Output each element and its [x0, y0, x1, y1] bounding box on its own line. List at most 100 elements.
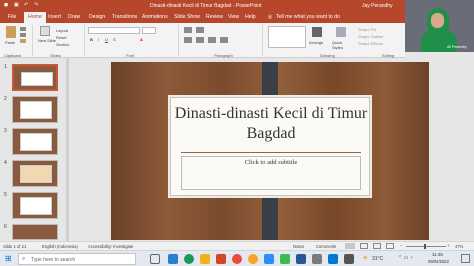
tab-file[interactable]: File: [8, 14, 16, 20]
tab-animations[interactable]: Animations: [142, 14, 168, 20]
redo-icon[interactable]: ↷: [34, 2, 38, 8]
align-left-icon[interactable]: [184, 37, 192, 43]
app-icon[interactable]: [328, 254, 338, 264]
shape-outline-button[interactable]: Shape Outline: [358, 34, 383, 39]
tab-insert[interactable]: Insert: [48, 14, 61, 20]
app-icon[interactable]: [312, 254, 322, 264]
webcam-overlay: Ali Perandhy: [405, 0, 474, 52]
copy-icon[interactable]: [20, 33, 26, 37]
weather-icon[interactable]: ☀: [362, 254, 368, 262]
quick-styles-button[interactable]: Quick Styles: [332, 40, 352, 50]
cut-icon[interactable]: [20, 27, 26, 31]
align-center-icon[interactable]: [196, 37, 204, 43]
subtitle-placeholder[interactable]: Click to add subtitle: [181, 156, 361, 190]
quick-styles-icon[interactable]: [336, 27, 346, 37]
new-slide-icon[interactable]: [40, 26, 50, 36]
paste-icon[interactable]: [6, 26, 16, 38]
slide-thumbnail-4[interactable]: [12, 160, 58, 187]
section-button[interactable]: Section: [56, 42, 69, 47]
comments-button[interactable]: Comments: [316, 244, 336, 249]
notes-button[interactable]: Notes: [293, 244, 304, 249]
font-name-box[interactable]: [88, 27, 140, 34]
app-icon[interactable]: [344, 254, 354, 264]
reset-button[interactable]: Reset: [56, 35, 66, 40]
zoom-app-icon[interactable]: [264, 254, 274, 264]
tab-transitions[interactable]: Transitions: [112, 14, 137, 20]
chrome-icon[interactable]: [232, 254, 242, 264]
undo-icon[interactable]: ↶: [24, 2, 28, 8]
thumb-number: 3: [4, 128, 7, 134]
search-icon: ⌕: [22, 256, 26, 262]
shapes-gallery[interactable]: [268, 26, 306, 48]
bullets-icon[interactable]: [184, 27, 192, 33]
slide-title[interactable]: Dinasti-dinasti Kecil di Timur Bagdad: [171, 104, 371, 144]
tray-icons[interactable]: ⌃ ▭ ◔: [398, 255, 413, 261]
title-card: Dinasti-dinasti Kecil di Timur Bagdad Cl…: [170, 97, 370, 196]
shape-fill-button[interactable]: Shape Fill: [358, 27, 376, 32]
tab-review[interactable]: Review: [206, 14, 223, 20]
slide-counter: Slide 1 of 21: [3, 244, 27, 249]
task-view-icon[interactable]: [150, 254, 160, 264]
new-slide-label[interactable]: New Slide: [37, 38, 57, 43]
word-icon[interactable]: [296, 254, 306, 264]
tab-view[interactable]: View: [228, 14, 239, 20]
slide-thumbnail-2[interactable]: [12, 96, 58, 123]
tab-home[interactable]: Home: [24, 12, 46, 23]
slide-thumbnail-1[interactable]: [12, 64, 58, 91]
thumbnail-scrollbar[interactable]: [66, 58, 69, 241]
autosave-icon[interactable]: ◼: [4, 2, 8, 8]
zoom-out-icon[interactable]: −: [400, 243, 402, 248]
font-color-icon[interactable]: A: [140, 37, 143, 42]
thumbnail-panel: 1 2 3 4 5 6: [0, 58, 70, 241]
align-right-icon[interactable]: [208, 37, 216, 43]
strikethrough-icon[interactable]: S: [113, 37, 116, 42]
slideshow-view-icon[interactable]: [386, 243, 394, 249]
taskbar-search[interactable]: ⌕ Type here to search: [18, 253, 136, 265]
tab-help[interactable]: Help: [245, 14, 256, 20]
clock-date[interactable]: 09/04/2022: [428, 259, 449, 264]
shape-effects-button[interactable]: Shape Effects: [358, 41, 383, 46]
slide-thumbnail-3[interactable]: [12, 128, 58, 155]
app-icon[interactable]: [280, 254, 290, 264]
file-manager-icon[interactable]: [200, 254, 210, 264]
edge-icon[interactable]: [184, 254, 194, 264]
zoom-thumb[interactable]: [424, 244, 426, 249]
powerpoint-taskbar-icon[interactable]: [216, 254, 226, 264]
title-divider: [181, 152, 361, 153]
accessibility-status[interactable]: Accessibility: Investigate: [88, 244, 133, 249]
user-name[interactable]: Jay Perandhy: [362, 3, 393, 9]
weather-temp[interactable]: 31°C: [372, 256, 383, 262]
normal-view-icon[interactable]: [345, 243, 355, 249]
slide-thumbnail-5[interactable]: [12, 192, 58, 219]
bold-icon[interactable]: B: [90, 37, 93, 42]
windows-start-icon[interactable]: ⊞: [5, 254, 12, 263]
underline-icon[interactable]: U: [105, 37, 108, 42]
reading-view-icon[interactable]: [373, 243, 381, 249]
browser-icon[interactable]: [248, 254, 258, 264]
tab-slide-show[interactable]: Slide Show: [174, 14, 200, 20]
zoom-in-icon[interactable]: +: [447, 243, 449, 248]
arrange-icon[interactable]: [312, 27, 322, 37]
tab-design[interactable]: Design: [89, 14, 105, 20]
explorer-icon[interactable]: [168, 254, 178, 264]
zoom-slider[interactable]: [406, 246, 446, 247]
arrange-button[interactable]: Arrange: [309, 40, 323, 45]
paste-label[interactable]: Paste: [5, 40, 15, 45]
font-size-box[interactable]: [142, 27, 156, 34]
justify-icon[interactable]: [220, 37, 228, 43]
slide-thumbnail-6[interactable]: [12, 224, 58, 240]
italic-icon[interactable]: I: [98, 37, 99, 42]
numbering-icon[interactable]: [196, 27, 204, 33]
save-icon[interactable]: ▣: [14, 2, 19, 8]
slide-sorter-icon[interactable]: [360, 243, 368, 249]
zoom-level[interactable]: 47%: [455, 244, 463, 249]
language-indicator[interactable]: English (Indonesia): [42, 244, 78, 249]
status-bar: Slide 1 of 21 English (Indonesia) Access…: [0, 241, 474, 250]
format-painter-icon[interactable]: [20, 39, 26, 43]
ribbon: Paste New Slide Layout Reset Section B I…: [0, 23, 405, 58]
tab-draw[interactable]: Draw: [68, 14, 80, 20]
layout-button[interactable]: Layout: [56, 28, 68, 33]
tell-me-search[interactable]: Tell me what you want to do: [276, 14, 340, 20]
clock-time[interactable]: 11:45: [432, 252, 443, 257]
notification-icon[interactable]: [461, 254, 470, 263]
